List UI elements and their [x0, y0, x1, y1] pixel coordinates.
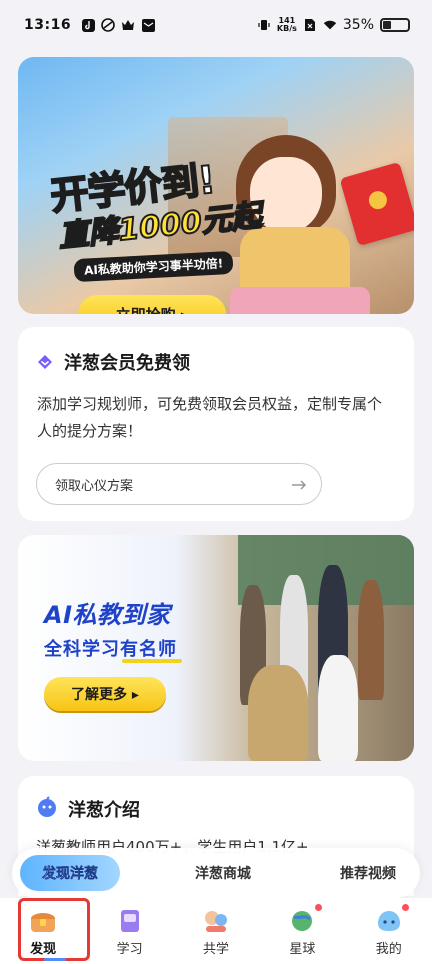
membership-card: 洋葱会员免费领 添加学习规划师，可免费领取会员权益，定制专属个人的提分方案！ 领… [18, 327, 414, 521]
nav-study[interactable]: 学习 [98, 906, 162, 957]
onion-mascot-icon [36, 796, 58, 822]
battery-icon [380, 18, 410, 32]
subtitle-underline [122, 659, 182, 663]
intro-title: 洋葱介绍 [68, 800, 140, 821]
diamond-icon [36, 353, 54, 371]
tab-recommended-videos[interactable]: 推荐视频 [326, 855, 410, 891]
battery-percent: 35% [342, 17, 374, 33]
nav-planet[interactable]: 星球 [270, 904, 334, 957]
notification-dot [315, 904, 323, 911]
app-leaf-icon [101, 18, 115, 32]
promo-banner-back-to-school[interactable]: 开学价到! 直降1000元起 AI私教助你学习事半功倍! 立即抢购 ▸ [18, 57, 414, 314]
vibrate-icon [257, 18, 271, 32]
nav-profile[interactable]: 我的 [357, 904, 421, 957]
claim-plan-label: 领取心仪方案 [55, 478, 134, 494]
planet-icon [292, 911, 313, 931]
learn-more-button[interactable]: 了解更多 ▸ [44, 677, 166, 711]
discover-tab-bar: 发现洋葱 洋葱商城 推荐视频 [12, 848, 420, 898]
red-envelope-icon [339, 161, 414, 247]
nav-study-together[interactable]: 共学 [184, 906, 248, 957]
character-figure [318, 655, 358, 761]
study-together-icon [204, 911, 227, 932]
banner-subtitle: 全科学习有名师 [44, 639, 177, 660]
character-figure [358, 580, 384, 700]
book-icon [120, 910, 139, 932]
status-time: 13:16 [24, 17, 72, 33]
crown-icon [121, 18, 135, 32]
character-figure [248, 665, 308, 761]
membership-title: 洋葱会员免费领 [64, 353, 190, 374]
tiktok-icon [81, 18, 95, 32]
no-sim-icon [303, 18, 317, 32]
banner-character-skirt [230, 287, 370, 314]
banner-title: AI私教到家 [44, 601, 171, 629]
tab-discover-onion[interactable]: 发现洋葱 [20, 855, 120, 891]
wifi-icon [323, 18, 337, 32]
notification-dot [401, 904, 409, 911]
network-speed: 141 KB/s [276, 16, 297, 33]
tab-onion-mall[interactable]: 洋葱商城 [181, 855, 265, 891]
active-tab-indicator [44, 958, 66, 961]
membership-description: 添加学习规划师，可免费领取会员权益，定制专属个人的提分方案！ [37, 395, 383, 440]
buy-now-button[interactable]: 立即抢购 ▸ [78, 295, 226, 314]
selection-highlight [18, 898, 90, 961]
arrow-right-icon [291, 474, 307, 495]
profile-blob-icon [377, 911, 400, 931]
banner-subtitle: AI私教助你学习事半功倍! [73, 250, 234, 283]
mail-icon [141, 18, 155, 32]
claim-plan-button[interactable]: 领取心仪方案 [36, 463, 322, 505]
status-bar: 13:16 141 KB/s 35% [0, 0, 432, 50]
promo-banner-ai-tutor[interactable]: AI私教到家 全科学习有名师 了解更多 ▸ [18, 535, 414, 761]
